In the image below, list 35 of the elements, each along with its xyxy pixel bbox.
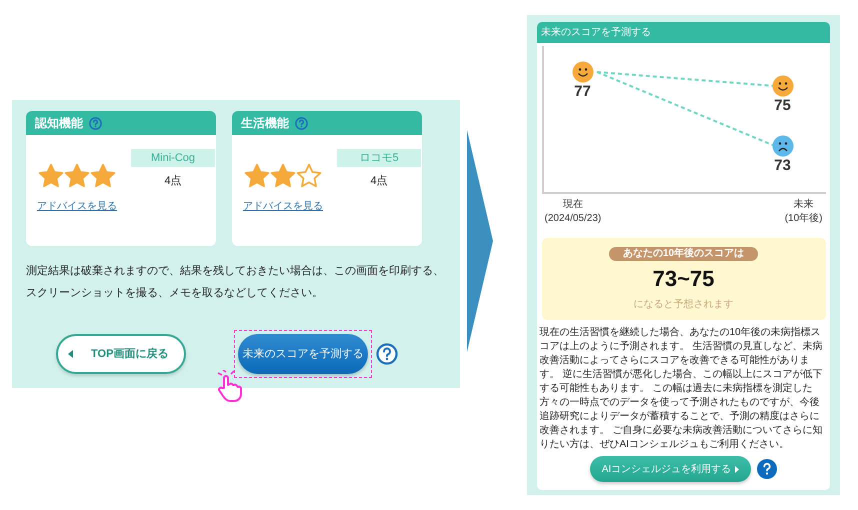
- right-arrow-icon: [735, 466, 740, 472]
- axis-label: 未来 (10年後): [784, 198, 822, 226]
- predict-score-button[interactable]: 未来のスコアを予測する: [238, 334, 368, 374]
- score-value: 75: [774, 97, 791, 115]
- score-range: 73~75: [652, 265, 714, 293]
- sad-face-icon: [772, 135, 794, 157]
- chevron-arrow-icon: [467, 130, 493, 352]
- score-value: 73: [774, 157, 791, 175]
- card-title: 認知機能: [35, 115, 83, 132]
- card-title: 未来のスコアを予測する: [541, 26, 651, 40]
- score-value: 77: [574, 83, 591, 101]
- filled-star-icon: [64, 163, 90, 189]
- filled-star-icon: [270, 163, 296, 189]
- result-badge: あなたの10年後のスコアは: [608, 247, 758, 261]
- filled-star-icon: [90, 163, 116, 189]
- concierge-button[interactable]: AIコンシェルジュを利用する: [590, 456, 752, 482]
- axis-label: 現在 (2024/05/23): [544, 198, 602, 226]
- filled-star-icon: [38, 163, 64, 189]
- advice-link[interactable]: アドバイスを見る: [243, 199, 323, 214]
- left-arrow-icon: [68, 350, 73, 358]
- score-text: 4点: [370, 174, 388, 189]
- smiley-face-icon: [572, 61, 594, 83]
- test-name-label: Mini-Cog: [131, 149, 215, 167]
- filled-star-icon: [244, 163, 270, 189]
- test-name-label: ロコモ5: [337, 149, 421, 167]
- score-text: 4点: [164, 174, 182, 189]
- help-icon[interactable]: [757, 459, 778, 479]
- advice-link[interactable]: アドバイスを見る: [37, 199, 117, 214]
- card-title: 生活機能: [241, 115, 289, 132]
- smiley-face-icon: [772, 75, 794, 97]
- result-caption: になると予想されます: [634, 298, 734, 312]
- notice-text: 測定結果は破棄されますので、結果を残しておきたい場合は、この画面を印刷する、スクリーンショットを撮る、メモを取るなどしてください。: [26, 264, 445, 301]
- description-text: 現在の生活習慣を継続した場合、あなたの10年後の未病指標スコアは上のように予測されます。 生活習慣の見直しなど、未病改善活動によってさらにスコアを改善できる可能性があります。 逆に生活習慣が悪化した場合、この幅以上にスコアが低下する可能性もあります。 この幅は過去に未病指標を測定した方々の一時点でのデータを使って予測されたものですが、今後追跡研究によりデータが蓄積することで、予測の精度はさらに改善されます。 ご自身に必要な未病改善活動についてさらに知りたい方は、ぜひAIコンシェルジュもご利用ください。: [540, 326, 824, 452]
- back-button[interactable]: TOP画面に戻る: [56, 334, 186, 374]
- help-icon[interactable]: [376, 343, 398, 365]
